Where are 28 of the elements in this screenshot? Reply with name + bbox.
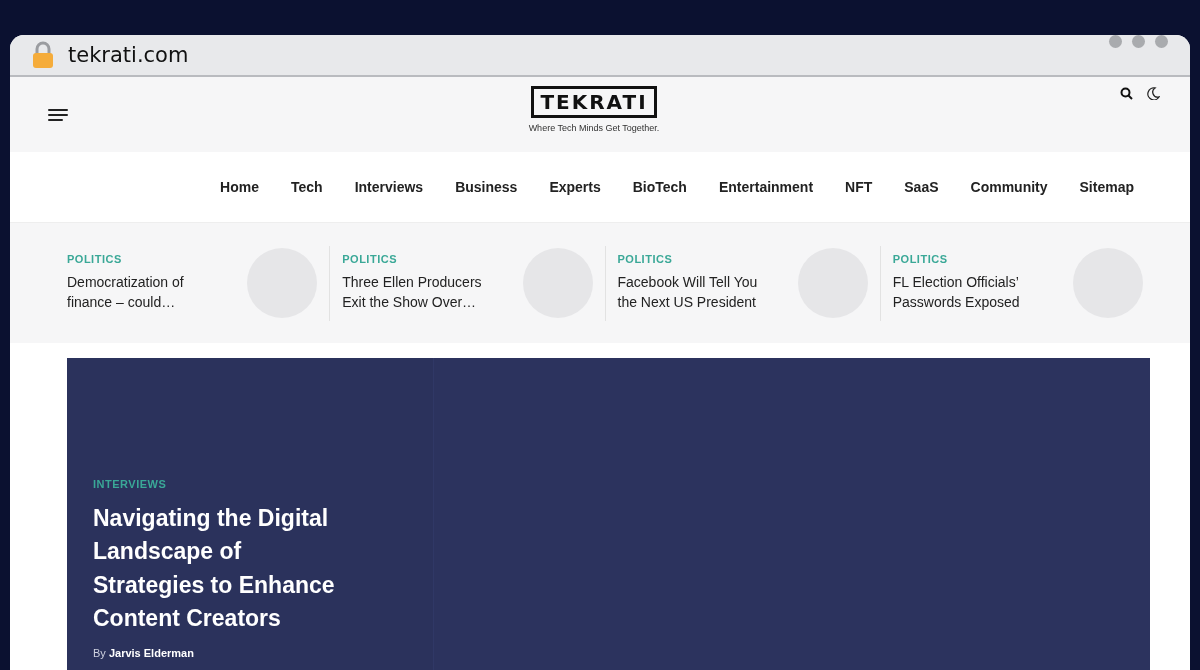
window-dot-icon[interactable] bbox=[1132, 35, 1145, 48]
article-title[interactable]: FL Election Officials’ Passwords Exposed bbox=[892, 273, 1053, 313]
nav-link[interactable]: NFT bbox=[829, 179, 889, 195]
category-label[interactable]: INTERVIEWS bbox=[93, 478, 413, 490]
menu-icon[interactable] bbox=[48, 107, 68, 122]
byline: By Jarvis Elderman bbox=[93, 647, 195, 660]
hero-title[interactable]: Navigating the Digital Landscape of Strategies to Enhance Content Creators bbox=[93, 502, 358, 636]
nav-link[interactable]: Home bbox=[204, 179, 275, 195]
search-icon[interactable] bbox=[1120, 87, 1133, 100]
nav-link[interactable]: Business bbox=[439, 179, 534, 195]
nav-link[interactable]: BioTech bbox=[616, 179, 703, 195]
url-text[interactable]: tekrati.com bbox=[68, 43, 189, 67]
nav-link[interactable]: Interviews bbox=[338, 179, 440, 195]
nav-link[interactable]: Experts bbox=[533, 179, 617, 195]
article-title[interactable]: Facebook Will Tell You the Next US President bbox=[617, 273, 778, 313]
nav-link[interactable]: SaaS bbox=[888, 179, 955, 195]
nav-link[interactable]: Community bbox=[954, 179, 1064, 195]
article-title[interactable]: Democratization of finance – could… bbox=[67, 273, 227, 313]
article-title[interactable]: Three Ellen Producers Exit the Show Over… bbox=[342, 273, 503, 313]
moon-icon[interactable] bbox=[1147, 87, 1160, 100]
nav-link[interactable]: Entertainment bbox=[702, 179, 830, 195]
nav-link[interactable]: Tech bbox=[275, 179, 339, 195]
window-dot-icon[interactable] bbox=[1109, 35, 1122, 48]
lock-icon bbox=[32, 41, 54, 69]
site-logo[interactable]: TEKRATI bbox=[531, 86, 657, 118]
window-dot-icon[interactable] bbox=[1155, 35, 1168, 48]
nav-link[interactable]: Sitemap bbox=[1063, 179, 1150, 195]
tagline: Where Tech Minds Get Together. bbox=[528, 123, 660, 133]
